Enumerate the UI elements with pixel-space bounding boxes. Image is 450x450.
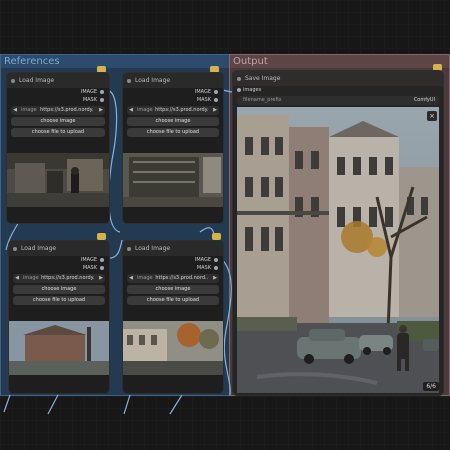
load-image-node[interactable]: Load Image IMAGE MASK ◀ image https://s3… (122, 72, 224, 224)
combo-value: https://s3.prod.nordy. (155, 107, 209, 113)
output-preview-image (237, 107, 439, 393)
choose-image-button[interactable]: choose image (11, 117, 105, 126)
output-image[interactable]: IMAGE (9, 256, 109, 264)
combo-prev-icon[interactable]: ◀ (127, 274, 135, 283)
image-combo[interactable]: ◀ image https://s3.prod.nordy. ▶ (127, 106, 219, 115)
combo-next-icon[interactable]: ▶ (211, 106, 219, 115)
node-header[interactable]: Load Image (9, 241, 109, 256)
link-wire (47, 394, 59, 415)
image-counter-badge: 6/6 (423, 382, 439, 391)
preview-image (7, 153, 109, 207)
image-combo[interactable]: ◀ image https://s3.prod.nordy. ▶ (13, 274, 105, 283)
node-header[interactable]: Load Image (123, 241, 223, 256)
output-mask[interactable]: MASK (123, 264, 223, 272)
node-title: Load Image (135, 245, 171, 252)
collapse-dot-icon[interactable] (13, 246, 17, 251)
combo-next-icon[interactable]: ▶ (97, 274, 105, 283)
input-images[interactable]: images (233, 86, 443, 94)
output-mask[interactable]: MASK (9, 264, 109, 272)
output-mask[interactable]: MASK (123, 96, 223, 104)
link-wire (3, 394, 11, 413)
node-title: Load Image (135, 77, 171, 84)
combo-next-icon[interactable]: ▶ (97, 106, 105, 115)
preview-image (123, 321, 223, 375)
link-wire (123, 394, 131, 415)
output-image[interactable]: IMAGE (123, 256, 223, 264)
node-title: Load Image (19, 77, 55, 84)
upload-file-button[interactable]: choose file to upload (11, 128, 105, 137)
node-header[interactable]: Load Image (123, 73, 223, 88)
load-image-node[interactable]: Load Image IMAGE MASK ◀ image https://s3… (8, 240, 110, 394)
upload-file-button[interactable]: choose file to upload (127, 296, 219, 305)
combo-prev-icon[interactable]: ◀ (13, 274, 21, 283)
field-label: filename_prefix (243, 97, 282, 103)
close-preview-icon[interactable]: × (427, 111, 437, 121)
save-image-node[interactable]: Save Image images filename_prefix ComfyU… (232, 70, 444, 396)
combo-label: image (137, 275, 153, 281)
choose-image-button[interactable]: choose image (127, 117, 219, 126)
group-badge[interactable] (212, 233, 221, 240)
node-title: Load Image (21, 245, 57, 252)
image-combo[interactable]: ◀ image https://s3.prod.nord.. ▶ (127, 274, 219, 283)
upload-file-button[interactable]: choose file to upload (13, 296, 105, 305)
collapse-dot-icon[interactable] (237, 76, 241, 81)
output-image[interactable]: IMAGE (7, 88, 109, 96)
choose-image-button[interactable]: choose image (127, 285, 219, 294)
node-header[interactable]: Save Image (233, 71, 443, 86)
combo-label: image (23, 275, 39, 281)
input-label: images (243, 87, 262, 93)
combo-value: https://s3.prod.nordy. (40, 107, 94, 113)
collapse-dot-icon[interactable] (127, 246, 131, 251)
load-image-node[interactable]: Load Image IMAGE MASK ◀ image https://s3… (122, 240, 224, 394)
output-mask[interactable]: MASK (7, 96, 109, 104)
combo-next-icon[interactable]: ▶ (211, 274, 219, 283)
node-header[interactable]: Load Image (7, 73, 109, 88)
combo-prev-icon[interactable]: ◀ (127, 106, 135, 115)
node-title: Save Image (245, 75, 281, 82)
group-badge[interactable] (97, 233, 106, 240)
combo-label: image (21, 107, 37, 113)
preview-image (9, 321, 109, 375)
input-slot-dot-icon[interactable] (237, 88, 241, 92)
combo-prev-icon[interactable]: ◀ (11, 106, 19, 115)
collapse-dot-icon[interactable] (127, 78, 131, 83)
preview-image (123, 153, 223, 207)
collapse-dot-icon[interactable] (11, 78, 15, 83)
combo-value: https://s3.prod.nordy. (41, 275, 95, 281)
combo-label: image (137, 107, 153, 113)
combo-value: https://s3.prod.nord.. (155, 275, 209, 281)
output-image[interactable]: IMAGE (123, 88, 223, 96)
link-wire (169, 394, 183, 415)
field-value: ComfyUI (413, 97, 435, 103)
upload-file-button[interactable]: choose file to upload (127, 128, 219, 137)
filename-prefix-field[interactable]: filename_prefix ComfyUI (237, 96, 439, 105)
image-combo[interactable]: ◀ image https://s3.prod.nordy. ▶ (11, 106, 105, 115)
load-image-node[interactable]: Load Image IMAGE MASK ◀ image https://s3… (6, 72, 110, 224)
choose-image-button[interactable]: choose image (13, 285, 105, 294)
